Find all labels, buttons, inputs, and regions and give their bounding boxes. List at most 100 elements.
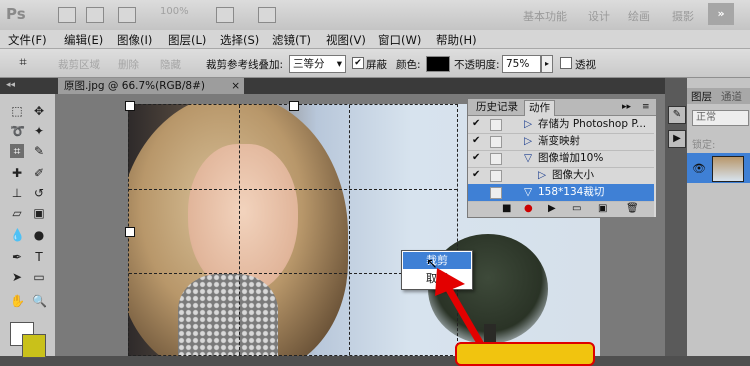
menu-select[interactable]: 选择(S) [220,32,259,48]
expand-triangle-closed-icon[interactable]: ▷ [538,167,546,184]
blend-mode-select[interactable]: 正常 [692,110,749,126]
brush-tool-icon[interactable]: ✐ [32,166,46,180]
thirds-guide-vertical-1 [239,105,240,355]
shield-checkbox[interactable]: ✔ [352,57,364,69]
chevron-down-icon: ▾ [336,58,342,70]
extras-icon[interactable] [118,7,136,23]
dodge-tool-icon[interactable]: ● [32,228,46,242]
expand-triangle-closed-icon[interactable]: ▷ [524,116,532,133]
dialog-toggle-box[interactable] [490,153,502,165]
document-tab[interactable]: 原图.jpg @ 66.7%(RGB/8#) × [58,78,244,94]
shape-tool-icon[interactable]: ▭ [32,270,46,284]
arrange-documents-icon[interactable] [216,7,234,23]
gradient-tool-icon[interactable]: ▣ [32,206,46,220]
menu-help[interactable]: 帮助(H) [436,32,477,48]
expand-triangle-closed-icon[interactable]: ▷ [524,133,532,150]
healing-brush-tool-icon[interactable]: ✚ [10,166,24,180]
trash-icon[interactable]: 🗑 [626,203,639,214]
action-toggle-checkbox[interactable]: ✔ [472,153,482,163]
workspace-design[interactable]: 设计 [588,8,610,24]
menu-edit[interactable]: 编辑(E) [64,32,103,48]
screen-mode-icon[interactable] [258,7,276,23]
action-label: 158*134裁切 [538,186,605,198]
close-icon[interactable]: × [231,78,240,94]
action-toggle-checkbox[interactable]: ✔ [472,136,482,146]
crop-bounding-box[interactable] [125,101,458,356]
tab-layers[interactable]: 图层 [691,89,712,104]
dialog-toggle-box[interactable] [490,187,502,199]
workspace-essentials[interactable]: 基本功能 [523,8,567,24]
tab-history[interactable]: 历史记录 [472,100,522,115]
hand-tool-icon[interactable]: ✋ [10,294,25,308]
type-tool-icon[interactable]: T [32,250,46,264]
mini-bridge-icon[interactable] [86,7,104,23]
lasso-tool-icon[interactable]: ➰ [10,124,25,138]
action-row[interactable]: ✔ ▷ 渐变映射 [468,133,654,151]
color-label: 颜色: [396,59,421,71]
dialog-toggle-box[interactable] [490,170,502,182]
eraser-tool-icon[interactable]: ▱ [10,206,24,220]
eyedropper-tool-icon[interactable]: ✎ [32,144,46,158]
crop-handle-left[interactable] [125,227,135,237]
delete-radio[interactable]: 删除 [118,57,139,72]
action-row[interactable]: ✔ ▷ 图像大小 [468,167,654,185]
move-tool-icon[interactable]: ✥ [32,104,46,118]
eye-icon[interactable]: 👁 [692,162,706,175]
crop-handle-top[interactable] [289,101,299,111]
clone-stamp-tool-icon[interactable]: ⊥ [10,186,24,200]
tab-actions[interactable]: 动作 [524,100,555,116]
pen-tool-icon[interactable]: ✒ [10,250,24,264]
menu-view[interactable]: 视图(V) [326,32,366,48]
actions-panel-icon[interactable]: ▶ [668,130,686,148]
background-color-swatch[interactable] [22,334,46,358]
new-action-icon[interactable]: ▣ [598,203,607,214]
menu-layer[interactable]: 图层(L) [168,32,206,48]
perspective-checkbox[interactable] [560,57,572,69]
history-panel-icon[interactable]: ✎ [668,106,686,124]
panel-menu-icon[interactable]: ≡ [638,100,654,115]
more-workspaces-button[interactable]: » [708,3,734,25]
expand-triangle-open-icon[interactable]: ▽ [524,184,532,201]
expand-triangle-open-icon[interactable]: ▽ [524,150,532,167]
dialog-toggle-box[interactable] [490,119,502,131]
workspace-photography[interactable]: 摄影 [672,8,694,24]
menu-file[interactable]: 文件(F) [8,32,47,48]
action-toggle-checkbox[interactable] [472,187,482,197]
action-toggle-checkbox[interactable]: ✔ [472,119,482,129]
workspace-painting[interactable]: 绘画 [628,8,650,24]
marquee-tool-icon[interactable]: ⬚ [10,104,24,118]
menu-bar: 文件(F) 编辑(E) 图像(I) 图层(L) 选择(S) 滤镜(T) 视图(V… [0,30,750,49]
crop-tool-preset-icon[interactable]: ⌗ [16,56,30,70]
history-brush-tool-icon[interactable]: ↺ [32,186,46,200]
crop-tool-icon[interactable]: ⌗ [10,144,24,158]
menu-filter[interactable]: 滤镜(T) [272,32,311,48]
play-icon[interactable]: ▶ [548,203,556,214]
shield-color-swatch[interactable] [426,56,450,72]
action-row[interactable]: ✔ ▷ 存储为 Photoshop P... [468,116,654,134]
stop-icon[interactable]: ■ [502,203,511,214]
menu-image[interactable]: 图像(I) [117,32,152,48]
action-toggle-checkbox[interactable]: ✔ [472,170,482,180]
opacity-input[interactable]: 75% [502,55,541,73]
magic-wand-tool-icon[interactable]: ✦ [32,124,46,138]
zoom-tool-icon[interactable]: 🔍 [32,294,47,308]
bridge-icon[interactable] [58,7,76,23]
collapse-icon[interactable]: ◂◂ [6,80,15,90]
dialog-toggle-box[interactable] [490,136,502,148]
new-set-icon[interactable]: ▭ [572,203,581,214]
menu-window[interactable]: 窗口(W) [378,32,421,48]
crop-handle-top-left[interactable] [125,101,135,111]
record-icon[interactable]: ● [524,203,533,214]
blur-tool-icon[interactable]: 💧 [10,228,25,242]
action-row[interactable]: ✔ ▽ 图像增加10% [468,150,654,168]
action-row[interactable]: ▽ 158*134裁切 [468,184,654,202]
hide-radio[interactable]: 隐藏 [160,57,181,72]
options-bar: ⌗ 裁剪区域 删除 隐藏 裁剪参考线叠加: 三等分 ▾ ✔ 屏蔽 颜色: 不透明度… [0,49,750,78]
zoom-level-select[interactable]: 100% [160,6,189,17]
thirds-guide-vertical-2 [349,105,350,355]
path-selection-tool-icon[interactable]: ➤ [10,270,24,284]
panel-collapse-icon[interactable]: ▸▸ [618,100,635,115]
opacity-slider-toggle[interactable]: ▸ [541,55,553,73]
crop-overlay-select[interactable]: 三等分 ▾ [289,55,346,73]
tab-channels[interactable]: 通道 [721,89,742,104]
